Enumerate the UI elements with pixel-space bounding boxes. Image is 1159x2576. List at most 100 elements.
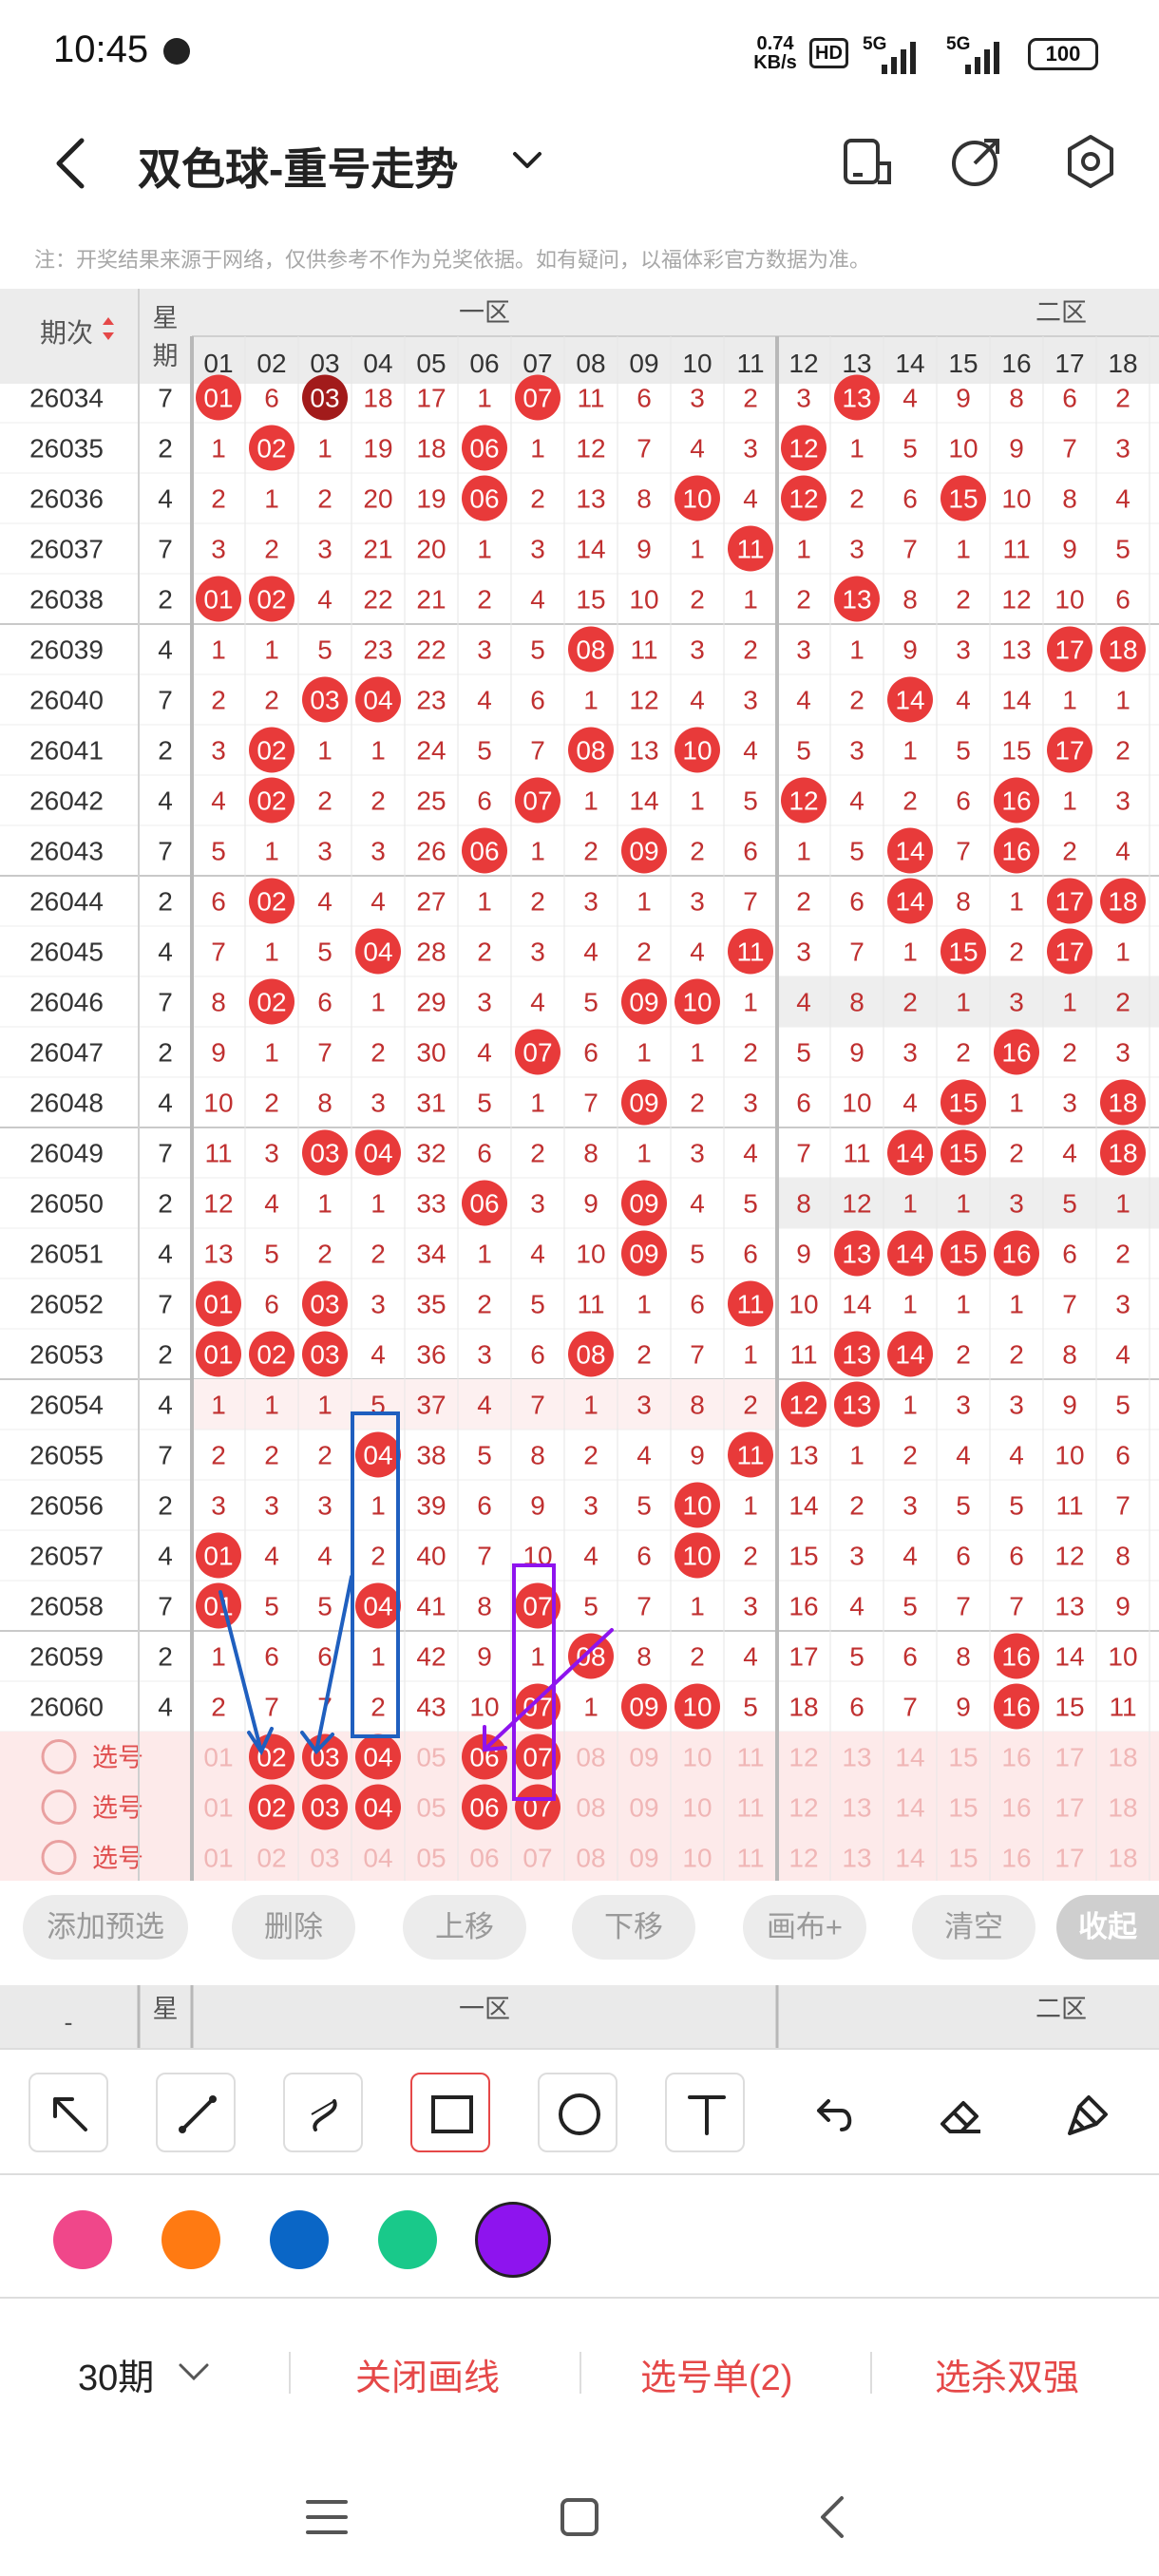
miss-count: 3 — [530, 938, 545, 967]
miss-count: 7 — [583, 1089, 598, 1118]
clear-button[interactable]: 清空 — [912, 1895, 1036, 1960]
chevron-down-icon — [179, 2363, 209, 2381]
miss-count: 6 — [477, 786, 492, 816]
miss-count: 13 — [629, 736, 658, 766]
ball-number: 14 — [895, 887, 924, 917]
period-cell: 26055 — [29, 1441, 104, 1470]
pickable-number: 01 — [203, 1743, 233, 1772]
miss-count: 3 — [530, 1189, 545, 1219]
miss-count: 2 — [530, 887, 545, 917]
ball-number: 16 — [1001, 1240, 1031, 1269]
line-tool-button[interactable] — [156, 2073, 236, 2152]
miss-count: 6 — [743, 1240, 758, 1269]
miss-count: 5 — [796, 1038, 811, 1068]
ball-number: 15 — [948, 1139, 978, 1168]
settings-icon[interactable] — [1060, 131, 1121, 192]
miss-count: 9 — [902, 635, 918, 665]
miss-count: 7 — [902, 1693, 918, 1722]
miss-count: 6 — [636, 384, 652, 413]
miss-count: 1 — [370, 1642, 386, 1672]
miss-count: 5 — [956, 1491, 971, 1521]
miss-count: 15 — [576, 585, 605, 615]
miss-count: 20 — [416, 535, 446, 564]
miss-count: 9 — [796, 1240, 811, 1269]
period-cell: 26052 — [29, 1290, 104, 1319]
miss-count: 1 — [1115, 686, 1130, 715]
miss-count: 19 — [363, 434, 392, 464]
miss-count: 5 — [1062, 1189, 1077, 1219]
miss-count: 6 — [264, 384, 279, 413]
delete-button[interactable]: 删除 — [232, 1895, 355, 1960]
home-icon[interactable] — [557, 2494, 602, 2540]
miss-count: 4 — [690, 1189, 705, 1219]
color-swatch-green[interactable] — [378, 2210, 437, 2269]
menu-icon[interactable] — [304, 2496, 350, 2538]
miss-count: 2 — [317, 1240, 332, 1269]
battery-icon: 100 — [1028, 38, 1098, 70]
color-swatch-orange[interactable] — [162, 2210, 220, 2269]
miss-count: 2 — [1062, 837, 1077, 866]
miss-count: 4 — [317, 1542, 332, 1571]
back-nav-icon[interactable] — [813, 2494, 851, 2540]
column-header-11: 11 — [736, 349, 764, 378]
miss-count: 14 — [629, 786, 658, 816]
back-icon[interactable] — [49, 135, 93, 192]
move-up-button[interactable]: 上移 — [403, 1895, 526, 1960]
collapse-button[interactable]: 收起 — [1056, 1895, 1159, 1960]
miss-count: 1 — [743, 988, 758, 1017]
header-week-label-bottom: 期 — [153, 342, 179, 370]
miss-count: 6 — [849, 887, 864, 917]
close-lines-button[interactable]: 关闭画线 — [355, 2348, 500, 2400]
miss-count: 3 — [370, 1290, 386, 1319]
pickable-number: 08 — [576, 1743, 605, 1772]
miss-count: 10 — [1054, 585, 1084, 615]
color-swatch-pink[interactable] — [53, 2210, 112, 2269]
undo-button[interactable] — [792, 2073, 872, 2152]
miss-count: 1 — [583, 686, 598, 715]
curve-tool-button[interactable] — [283, 2073, 363, 2152]
ball-number: 13 — [842, 1240, 871, 1269]
share-icon[interactable] — [946, 131, 1007, 192]
kill-strong-button[interactable]: 选杀双强 — [935, 2348, 1079, 2400]
ball-number: 13 — [842, 384, 871, 413]
clear-canvas-button[interactable] — [1047, 2073, 1127, 2152]
miss-count: 7 — [690, 1340, 705, 1370]
eraser-button[interactable] — [920, 2073, 999, 2152]
text-tool-button[interactable] — [665, 2073, 745, 2152]
canvas-plus-button[interactable]: 画布+ — [743, 1895, 866, 1960]
pickable-number: 13 — [842, 1743, 871, 1772]
miss-count: 40 — [416, 1542, 446, 1571]
device-icon[interactable] — [836, 131, 897, 192]
miss-count: 1 — [690, 786, 705, 816]
pickable-number: 10 — [682, 1844, 712, 1873]
period-selector[interactable]: 30期 — [78, 2348, 154, 2400]
period-cell: 26040 — [29, 686, 104, 715]
miss-count: 2 — [477, 938, 492, 967]
ball-number: 10 — [682, 484, 712, 514]
miss-count: 5 — [690, 1240, 705, 1269]
ball-number: 17 — [1054, 887, 1084, 917]
ball-number: 15 — [948, 1089, 978, 1118]
color-swatch-purple[interactable] — [475, 2202, 551, 2278]
add-preselect-button[interactable]: 添加预选 — [23, 1895, 188, 1960]
miss-count: 2 — [317, 1441, 332, 1470]
ball-number: 09 — [629, 1693, 658, 1722]
move-down-button[interactable]: 下移 — [572, 1895, 695, 1960]
week-cell: 7 — [158, 384, 173, 413]
rectangle-tool-button[interactable] — [410, 2073, 490, 2152]
miss-count: 8 — [583, 1139, 598, 1168]
pick-list-button[interactable]: 选号单(2) — [640, 2348, 792, 2400]
miss-count: 9 — [583, 1189, 598, 1219]
ball-number: 01 — [203, 1592, 233, 1621]
chevron-down-icon[interactable] — [507, 141, 547, 180]
miss-count: 8 — [211, 988, 226, 1017]
miss-count: 5 — [796, 736, 811, 766]
circle-tool-button[interactable] — [538, 2073, 618, 2152]
miss-count: 2 — [902, 786, 918, 816]
color-swatch-blue[interactable] — [270, 2210, 329, 2269]
miss-count: 3 — [317, 535, 332, 564]
miss-count: 12 — [1054, 1542, 1084, 1571]
arrow-tool-button[interactable] — [28, 2073, 108, 2152]
miss-count: 7 — [1009, 1592, 1024, 1621]
miss-count: 6 — [796, 1089, 811, 1118]
